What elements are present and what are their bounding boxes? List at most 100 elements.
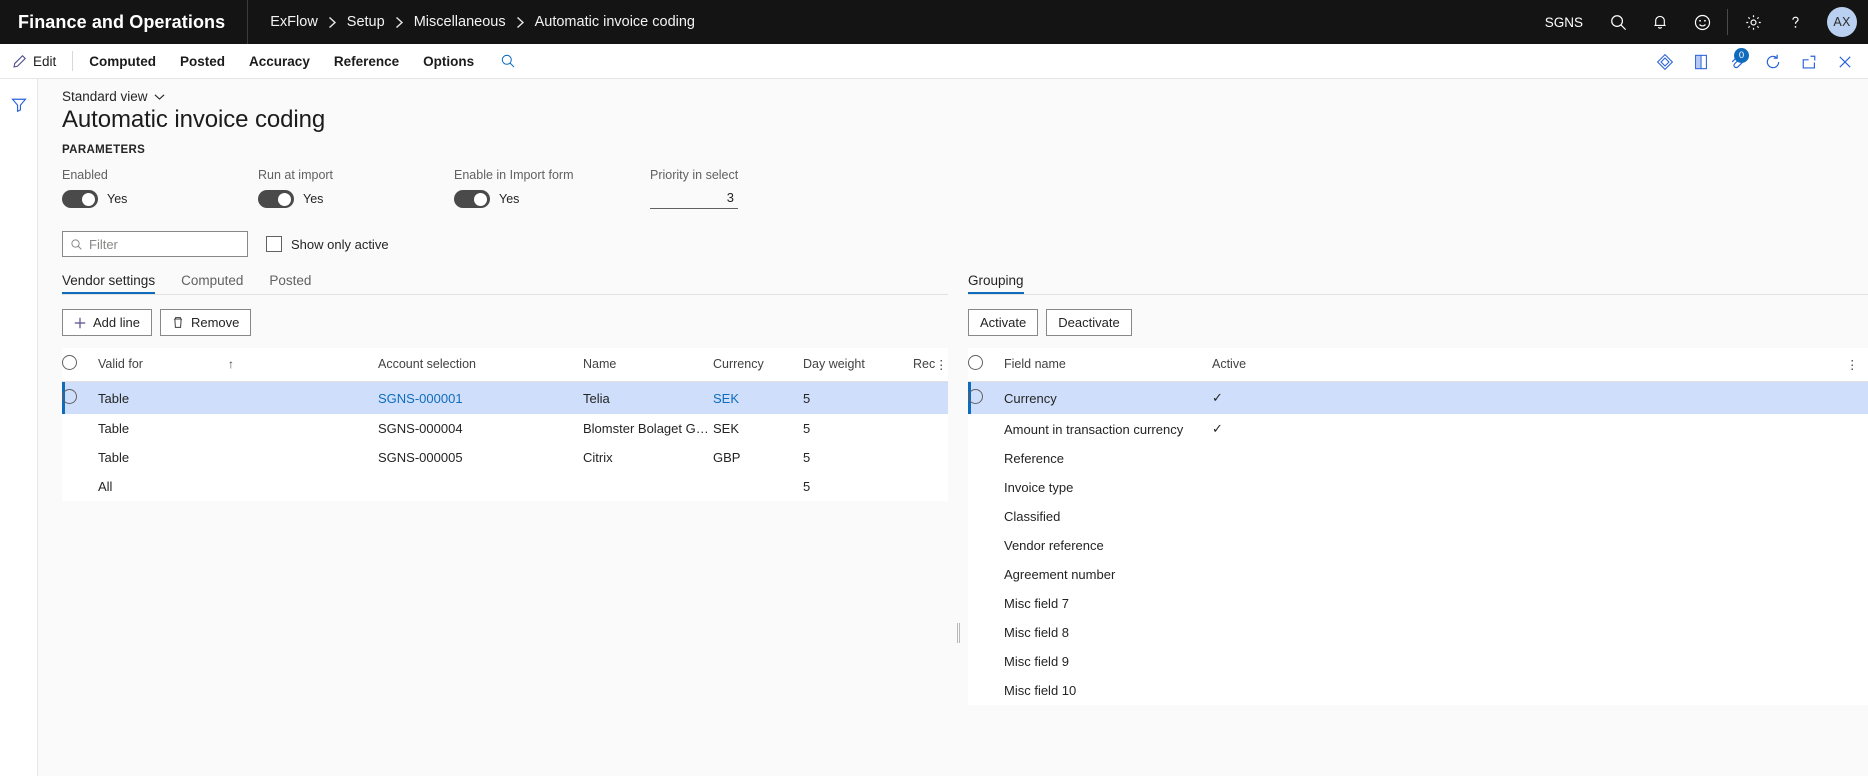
filter-funnel-icon[interactable] xyxy=(4,91,34,119)
priority-in-select-input[interactable]: 3 xyxy=(650,190,738,209)
tab-computed[interactable]: Computed xyxy=(181,273,243,294)
row-select-radio[interactable] xyxy=(968,414,1004,444)
row-select-radio[interactable] xyxy=(62,472,98,501)
company-selector[interactable]: SGNS xyxy=(1531,15,1597,30)
row-radio[interactable] xyxy=(62,389,77,404)
breadcrumb-item-automatic-invoice-coding[interactable]: Automatic invoice coding xyxy=(535,14,695,30)
tab-grouping[interactable]: Grouping xyxy=(968,273,1024,294)
tab-posted[interactable]: Posted xyxy=(269,273,311,294)
column-header-recurrent[interactable]: Recurrent xyxy=(913,348,935,382)
column-header-field-name[interactable]: Field name xyxy=(1004,348,1212,382)
refresh-icon[interactable] xyxy=(1756,44,1790,79)
table-row[interactable]: Table SGNS-000005 Citrix GBP 5 xyxy=(62,443,948,472)
filter-input[interactable] xyxy=(89,236,240,252)
table-row[interactable]: Reference xyxy=(968,444,1868,473)
share-diamond-icon[interactable] xyxy=(1648,44,1682,79)
table-row[interactable]: Table SGNS-000001 Telia SEK 5 xyxy=(62,381,948,414)
row-select-radio[interactable] xyxy=(968,676,1004,705)
enable-in-import-form-toggle[interactable] xyxy=(454,190,490,208)
cell-currency[interactable]: SEK xyxy=(713,414,803,443)
cell-currency[interactable] xyxy=(713,472,803,501)
table-row[interactable]: Table SGNS-000004 Blomster Bolaget Gröna… xyxy=(62,414,948,443)
column-header-account-selection[interactable]: Account selection xyxy=(378,348,583,382)
breadcrumb-item-exflow[interactable]: ExFlow xyxy=(270,14,318,30)
cell-account-selection[interactable] xyxy=(378,472,583,501)
edit-button[interactable]: Edit xyxy=(0,44,68,79)
select-all-radio[interactable] xyxy=(62,355,77,370)
select-all-radio[interactable] xyxy=(968,355,983,370)
splitter-grip[interactable] xyxy=(956,623,960,643)
table-row[interactable]: Agreement number xyxy=(968,560,1868,589)
table-row[interactable]: Misc field 7 xyxy=(968,589,1868,618)
table-row[interactable]: Misc field 8 xyxy=(968,618,1868,647)
deactivate-button[interactable]: Deactivate xyxy=(1046,309,1132,336)
tab-accuracy[interactable]: Accuracy xyxy=(237,44,322,79)
show-only-active-checkbox[interactable] xyxy=(266,236,282,252)
table-row[interactable]: Misc field 10 xyxy=(968,676,1868,705)
table-row[interactable]: Vendor reference xyxy=(968,531,1868,560)
row-radio[interactable] xyxy=(968,389,983,404)
row-select-radio[interactable] xyxy=(968,560,1004,589)
avatar[interactable]: AX xyxy=(1816,0,1868,44)
notifications-bell-icon[interactable] xyxy=(1639,0,1681,44)
tab-options[interactable]: Options xyxy=(411,44,486,79)
filter-input-wrapper[interactable] xyxy=(62,231,248,257)
add-line-button[interactable]: Add line xyxy=(62,309,152,336)
popout-icon[interactable] xyxy=(1792,44,1826,79)
cell-account-selection[interactable]: SGNS-000005 xyxy=(378,443,583,472)
cell-account-selection[interactable]: SGNS-000001 xyxy=(378,381,583,414)
table-row[interactable]: Misc field 9 xyxy=(968,647,1868,676)
table-row[interactable]: All 5 xyxy=(62,472,948,501)
row-select-radio[interactable] xyxy=(968,618,1004,647)
tab-reference[interactable]: Reference xyxy=(322,44,411,79)
table-row[interactable]: Amount in transaction currency ✓ xyxy=(968,414,1868,444)
row-select-radio[interactable] xyxy=(62,414,98,443)
breadcrumb-item-miscellaneous[interactable]: Miscellaneous xyxy=(414,14,506,30)
breadcrumb-item-setup[interactable]: Setup xyxy=(347,14,385,30)
grid-options-kebab-icon[interactable]: ⋮ xyxy=(935,348,948,382)
cell-currency-link[interactable]: SEK xyxy=(713,391,739,406)
cell-account-selection-link[interactable]: SGNS-000001 xyxy=(378,391,463,406)
search-icon[interactable] xyxy=(1597,0,1639,44)
cell-account-selection[interactable]: SGNS-000004 xyxy=(378,414,583,443)
column-header-valid-for[interactable]: Valid for xyxy=(98,348,228,382)
table-row[interactable]: Currency ✓ xyxy=(968,381,1868,414)
column-header-day-weight[interactable]: Day weight xyxy=(803,348,913,382)
enabled-toggle[interactable] xyxy=(62,190,98,208)
grid-options-kebab-icon[interactable]: ⋮ xyxy=(1846,348,1868,382)
settings-gear-icon[interactable] xyxy=(1732,0,1774,44)
column-header-currency[interactable]: Currency xyxy=(713,348,803,382)
tab-computed[interactable]: Computed xyxy=(77,44,168,79)
show-only-active-row[interactable]: Show only active xyxy=(266,236,389,252)
feedback-smiley-icon[interactable] xyxy=(1681,0,1723,44)
row-select-radio[interactable] xyxy=(968,502,1004,531)
cell-currency[interactable]: SEK xyxy=(713,381,803,414)
remove-button[interactable]: Remove xyxy=(159,309,252,336)
cell-currency[interactable]: GBP xyxy=(713,443,803,472)
action-pane-search-icon[interactable] xyxy=(486,53,530,69)
row-select-radio[interactable] xyxy=(62,381,98,414)
close-icon[interactable] xyxy=(1828,44,1862,79)
table-row[interactable]: Invoice type xyxy=(968,473,1868,502)
column-header-active[interactable]: Active xyxy=(1212,348,1846,382)
select-all-header[interactable] xyxy=(62,348,98,382)
view-selector[interactable]: Standard view xyxy=(62,89,1868,104)
help-question-icon[interactable] xyxy=(1774,0,1816,44)
row-select-radio[interactable] xyxy=(968,444,1004,473)
table-row[interactable]: Classified xyxy=(968,502,1868,531)
row-select-radio[interactable] xyxy=(968,647,1004,676)
row-select-radio[interactable] xyxy=(968,473,1004,502)
select-all-header[interactable] xyxy=(968,348,1004,382)
row-select-radio[interactable] xyxy=(968,531,1004,560)
attachments-icon[interactable]: 0 xyxy=(1720,44,1754,79)
row-select-radio[interactable] xyxy=(968,589,1004,618)
pane-splitter[interactable] xyxy=(948,273,968,705)
tab-vendor-settings[interactable]: Vendor settings xyxy=(62,273,156,294)
tab-posted[interactable]: Posted xyxy=(168,44,237,79)
row-select-radio[interactable] xyxy=(62,443,98,472)
run-at-import-toggle[interactable] xyxy=(258,190,294,208)
open-in-office-icon[interactable] xyxy=(1684,44,1718,79)
activate-button[interactable]: Activate xyxy=(968,309,1039,336)
column-header-name[interactable]: Name xyxy=(583,348,713,382)
row-select-radio[interactable] xyxy=(968,381,1004,414)
